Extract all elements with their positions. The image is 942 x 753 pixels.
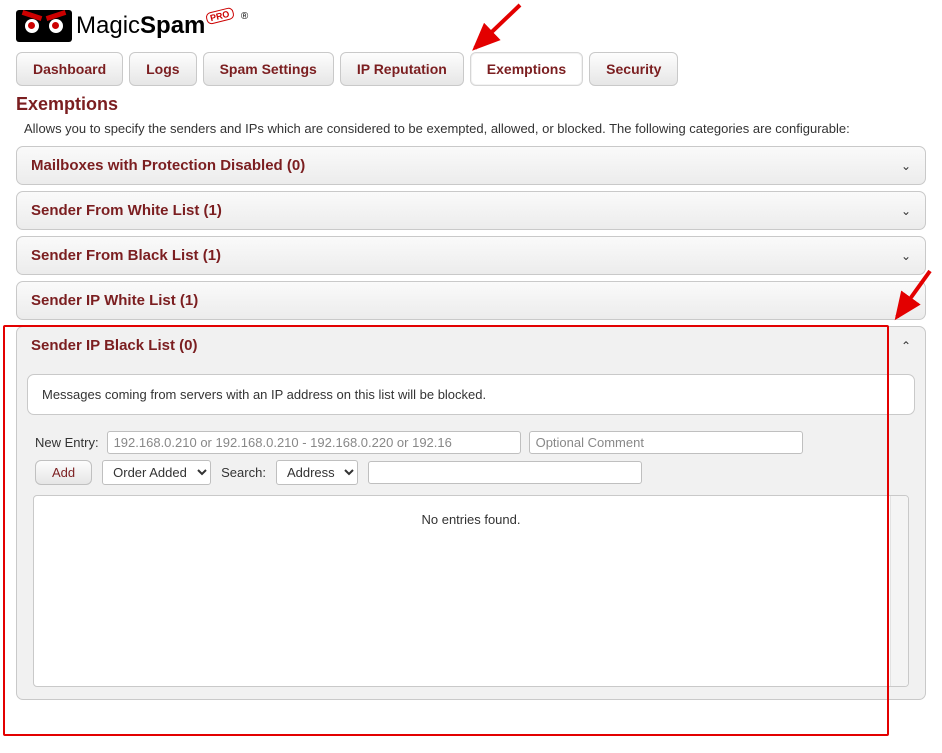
ip-entry-input[interactable] xyxy=(107,431,521,454)
chevron-down-icon: ⌄ xyxy=(901,294,911,308)
section-sender-ip-blacklist: Sender IP Black List (0) ⌃ Messages comi… xyxy=(16,326,926,700)
chevron-up-icon: ⌃ xyxy=(901,339,911,353)
section-sender-ip-blacklist-header[interactable]: Sender IP Black List (0) ⌃ xyxy=(17,327,925,364)
section-title: Mailboxes with Protection Disabled (0) xyxy=(31,157,305,174)
page-description: Allows you to specify the senders and IP… xyxy=(24,121,926,136)
logo-eyes-icon xyxy=(16,10,72,42)
chevron-down-icon: ⌄ xyxy=(901,159,911,173)
add-button[interactable]: Add xyxy=(35,460,92,485)
comment-input[interactable] xyxy=(529,431,803,454)
tab-dashboard[interactable]: Dashboard xyxy=(16,52,123,86)
chevron-down-icon: ⌄ xyxy=(901,204,911,218)
tab-exemptions[interactable]: Exemptions xyxy=(470,52,583,86)
section-sender-from-whitelist[interactable]: Sender From White List (1) ⌄ xyxy=(16,191,926,230)
logo-registered: ® xyxy=(241,11,248,22)
tab-logs[interactable]: Logs xyxy=(129,52,196,86)
tab-ip-reputation[interactable]: IP Reputation xyxy=(340,52,464,86)
page-title: Exemptions xyxy=(16,94,926,115)
section-info-text: Messages coming from servers with an IP … xyxy=(27,374,915,415)
no-entries-text: No entries found. xyxy=(34,496,908,527)
search-type-select[interactable]: Address xyxy=(276,460,358,485)
section-title: Sender IP Black List (0) xyxy=(31,337,197,354)
section-title: Sender IP White List (1) xyxy=(31,292,198,309)
section-sender-from-blacklist[interactable]: Sender From Black List (1) ⌄ xyxy=(16,236,926,275)
tab-spam-settings[interactable]: Spam Settings xyxy=(203,52,334,86)
main-tabs: Dashboard Logs Spam Settings IP Reputati… xyxy=(16,52,926,86)
sort-by-select[interactable]: Order Added xyxy=(102,460,211,485)
search-input[interactable] xyxy=(368,461,642,484)
search-label: Search: xyxy=(221,465,266,480)
new-entry-label: New Entry: xyxy=(35,435,99,450)
entries-list: No entries found. xyxy=(33,495,909,687)
logo: MagicSpam PRO ® xyxy=(16,10,926,42)
section-title: Sender From White List (1) xyxy=(31,202,222,219)
logo-pro-badge: PRO xyxy=(205,7,235,25)
section-sender-ip-whitelist[interactable]: Sender IP White List (1) ⌄ xyxy=(16,281,926,320)
logo-text: MagicSpam xyxy=(76,12,205,40)
section-mailboxes-disabled[interactable]: Mailboxes with Protection Disabled (0) ⌄ xyxy=(16,146,926,185)
tab-security[interactable]: Security xyxy=(589,52,678,86)
scrollbar[interactable] xyxy=(890,496,908,686)
section-title: Sender From Black List (1) xyxy=(31,247,221,264)
chevron-down-icon: ⌄ xyxy=(901,249,911,263)
